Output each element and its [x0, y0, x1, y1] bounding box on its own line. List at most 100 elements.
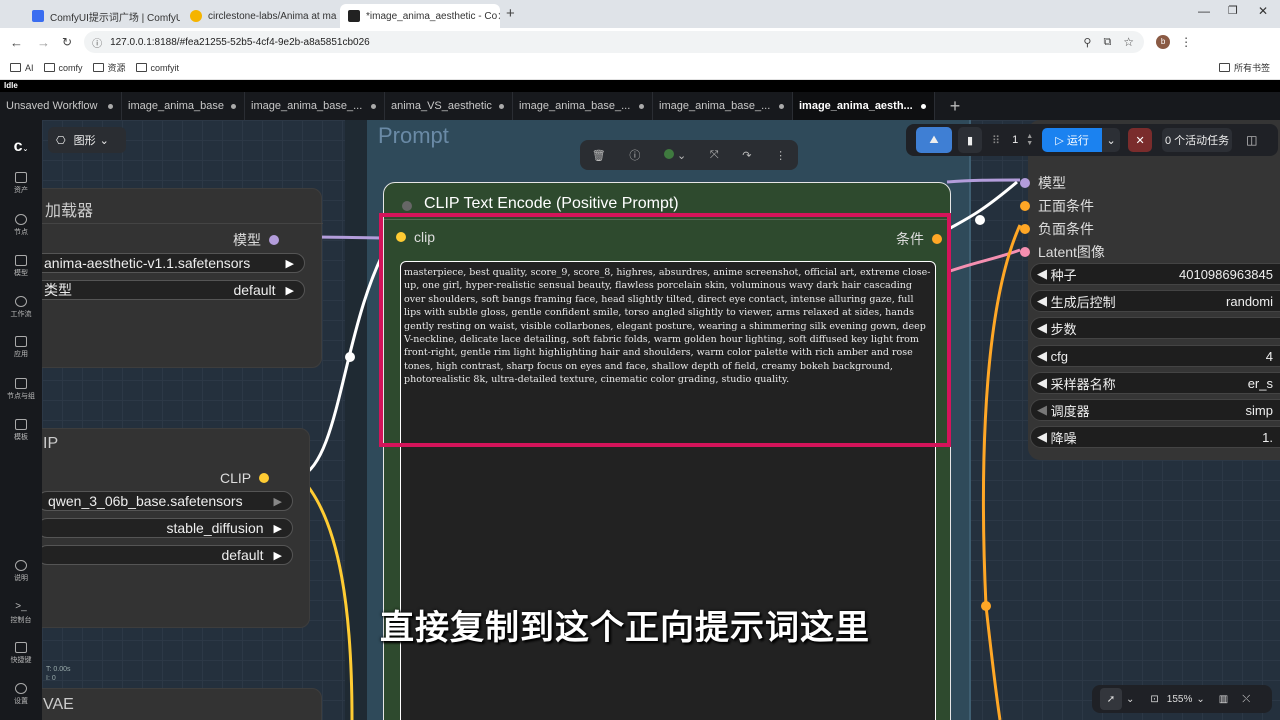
bookmark-folder[interactable]: 资源	[92, 61, 126, 74]
cancel-icon[interactable]: ✕	[1128, 128, 1153, 152]
zoom-level[interactable]: 155%	[1167, 694, 1193, 705]
workflow-tab[interactable]: Unsaved Workflow	[0, 92, 122, 120]
sidebar-item-node-groups[interactable]: 节点与组	[0, 378, 42, 401]
widget-label: 种子	[1050, 267, 1077, 283]
sidebar-item-apps[interactable]: 应用	[0, 336, 42, 359]
minimize-icon[interactable]: —	[1198, 4, 1210, 18]
restore-icon[interactable]: ❐	[1228, 4, 1238, 17]
vae-loader-node[interactable]: VAE	[42, 688, 322, 720]
sampler-name-widget[interactable]: ◀ 采样器名称 er_s	[1030, 372, 1280, 394]
graph-view-icon[interactable]: ⛰	[916, 127, 952, 153]
zoom-icon[interactable]: ⚲	[1083, 36, 1091, 49]
run-options-chevron-icon[interactable]: ⌄	[1102, 128, 1121, 152]
convert-icon[interactable]: ↷	[742, 149, 751, 162]
sidebar-item-assets[interactable]: 资产	[0, 172, 42, 195]
comfy-logo-icon[interactable]: c⌄	[0, 138, 42, 156]
workflow-tab[interactable]: image_anima_base_...	[245, 92, 385, 120]
type-select[interactable]: 类型 default ▶	[42, 280, 305, 300]
url-field[interactable]: ⓘ 127.0.0.1:8188/#fea21255-52b5-4cf4-9e2…	[84, 31, 1145, 53]
negative-wire	[981, 224, 1022, 607]
bookmark-folder[interactable]: comfyit	[135, 63, 179, 73]
arrow-left-icon: ◀	[1037, 429, 1047, 444]
fit-view-icon[interactable]: ⊡	[1150, 694, 1158, 705]
input-slot-model[interactable]: 模型	[1020, 173, 1066, 193]
sidebar-item-help[interactable]: 说明	[0, 560, 42, 583]
bookmark-label: comfy	[58, 62, 83, 73]
close-icon[interactable]: ✕	[336, 10, 338, 23]
checkpoint-loader-node[interactable]: 加载器 模型 anima-aesthetic-v1.1.safetensors ▶…	[42, 188, 323, 368]
bookmark-folder[interactable]: AI	[10, 63, 34, 73]
reload-icon[interactable]: ↻	[62, 35, 72, 49]
sidebar-item-models[interactable]: 模型	[0, 255, 42, 278]
browser-tab[interactable]: circlestone-labs/Anima at ma ✕	[182, 4, 338, 28]
browser-tab[interactable]: ComfyUI提示词广场 | ComfyUI ✕	[24, 4, 180, 28]
pointer-icon[interactable]: ➚	[1100, 688, 1122, 710]
minimap-icon[interactable]: ▥	[1219, 694, 1228, 705]
drag-handle-icon[interactable]: ⠿	[992, 134, 1000, 147]
new-workflow-icon[interactable]: +	[935, 92, 975, 120]
avatar[interactable]: b	[1156, 35, 1171, 49]
back-icon[interactable]: ←	[10, 35, 23, 50]
site-info-icon[interactable]: ⓘ	[92, 35, 102, 50]
clip-model-select[interactable]: qwen_3_06b_base.safetensors ▶	[42, 491, 293, 511]
delete-icon[interactable]: 🗑	[592, 149, 606, 162]
node-title: IP	[43, 435, 59, 452]
workflow-tab[interactable]: image_anima_base_...	[653, 92, 793, 120]
input-slot-latent[interactable]: Latent图像	[1020, 242, 1105, 262]
stat-line: I: 0	[46, 675, 56, 682]
denoise-widget[interactable]: ◀ 降噪 1.	[1030, 426, 1280, 448]
run-button[interactable]: ▷ 运行	[1042, 128, 1103, 152]
sidebar-label: 资产	[14, 187, 28, 194]
info-icon[interactable]: ⓘ	[629, 147, 640, 163]
more-icon[interactable]: ⋮	[775, 149, 786, 162]
workflow-tab[interactable]: anima_VS_aesthetic	[385, 92, 513, 120]
control-after-generate-widget[interactable]: ◀ 生成后控制 randomi	[1030, 290, 1280, 312]
graph-icon: ⎔	[56, 134, 66, 147]
steps-widget[interactable]: ◀ 步数	[1030, 317, 1280, 339]
sidebar-item-nodes[interactable]: 节点	[0, 214, 42, 237]
bypass-icon[interactable]: ⤧	[710, 149, 719, 162]
workflow-tab-active[interactable]: image_anima_aesth...	[793, 92, 935, 120]
bookmark-icon[interactable]: ▮	[958, 127, 982, 153]
scheduler-widget[interactable]: ◀ 调度器 simp	[1030, 399, 1280, 421]
browser-tab-active[interactable]: *image_anima_aesthetic - Co ✕	[340, 4, 500, 28]
bookmark-folder[interactable]: comfy	[43, 62, 83, 73]
bookmark-star-icon[interactable]: ☆	[1123, 35, 1134, 49]
node-title: VAE	[43, 696, 74, 713]
new-tab-icon[interactable]: +	[506, 5, 515, 22]
sidebar-item-workflows[interactable]: 工作流	[0, 296, 42, 319]
sidebar-item-templates[interactable]: 模板	[0, 419, 42, 442]
all-bookmarks[interactable]: 所有书签	[1218, 61, 1270, 74]
image-icon	[15, 172, 27, 183]
output-slot-model[interactable]: 模型	[233, 230, 279, 250]
output-slot-clip[interactable]: CLIP	[220, 470, 270, 486]
panel-toggle-icon[interactable]: ◫	[1246, 133, 1257, 147]
clip-loader-node[interactable]: IP CLIP qwen_3_06b_base.safetensors ▶ sta…	[42, 428, 310, 628]
workflow-tab[interactable]: image_anima_base_...	[513, 92, 653, 120]
clip-type-select[interactable]: stable_diffusion ▶	[42, 518, 293, 538]
active-tasks-button[interactable]: 0 个活动任务	[1162, 128, 1233, 152]
model-select[interactable]: anima-aesthetic-v1.1.safetensors ▶	[42, 253, 305, 273]
install-icon[interactable]: ⧉	[1103, 36, 1111, 49]
close-window-icon[interactable]: ✕	[1258, 4, 1268, 18]
sidebar-item-console[interactable]: >_ 控制台	[0, 602, 42, 625]
link-visibility-icon[interactable]: ⤬	[1242, 694, 1250, 705]
chevron-down-icon[interactable]: ⌄	[1126, 694, 1134, 705]
sidebar-label: 设置	[14, 698, 28, 705]
sidebar-item-settings[interactable]: 设置	[0, 683, 42, 706]
device-select[interactable]: default ▶	[42, 545, 293, 565]
workflow-tab[interactable]: image_anima_base	[122, 92, 245, 120]
collapse-dot-icon[interactable]	[402, 201, 412, 211]
color-picker-icon[interactable]: ⌄	[663, 148, 686, 162]
forward-icon[interactable]: →	[37, 35, 50, 50]
chevron-down-icon[interactable]: ⌄	[1196, 694, 1204, 705]
input-slot-negative[interactable]: 负面条件	[1020, 219, 1094, 239]
cfg-widget[interactable]: ◀ cfg 4	[1030, 345, 1280, 367]
sidebar-item-shortcuts[interactable]: 快捷键	[0, 642, 42, 665]
seed-widget[interactable]: ◀ 种子 4010986963845	[1030, 263, 1280, 285]
menu-kebab-icon[interactable]: ⋮	[1180, 35, 1192, 49]
input-slot-positive[interactable]: 正面条件	[1020, 196, 1094, 216]
graph-mode-button[interactable]: ⎔ 图形 ⌄	[48, 127, 126, 153]
close-icon[interactable]: ✕	[497, 10, 500, 23]
queue-count-input[interactable]: 1 ▲ ▼	[1012, 133, 1042, 147]
